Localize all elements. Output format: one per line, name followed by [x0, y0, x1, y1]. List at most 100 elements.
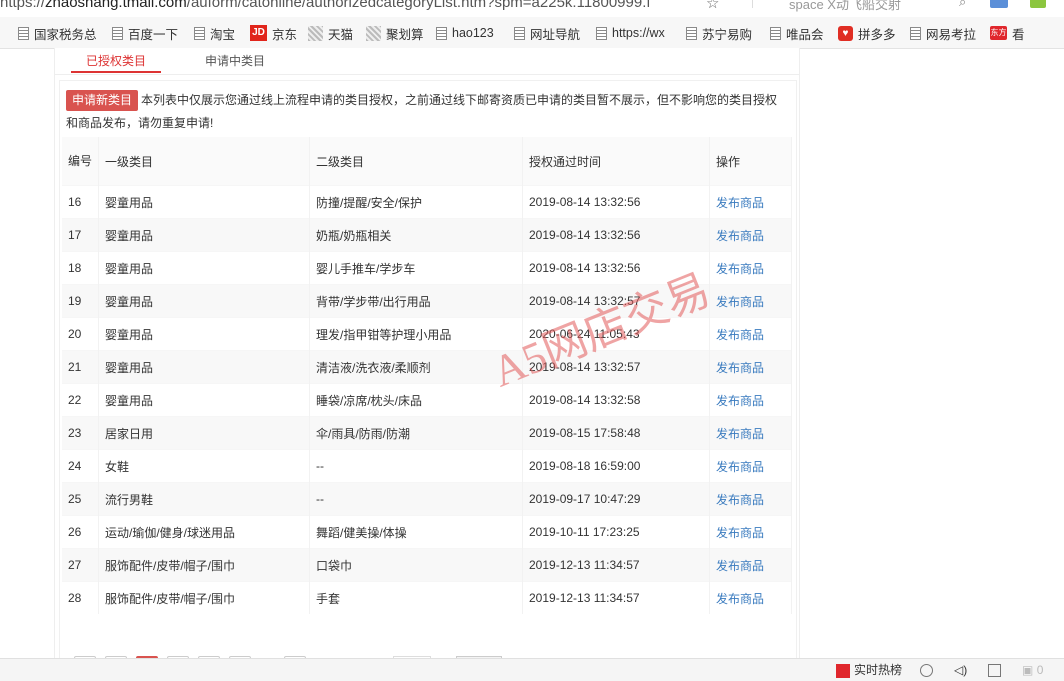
speaker-icon[interactable]: ◁)	[954, 662, 967, 678]
publish-product-link[interactable]: 发布商品	[716, 427, 764, 441]
cell-level2: 婴儿手推车/学步车	[309, 251, 523, 285]
shield-icon[interactable]	[920, 662, 933, 678]
bookmark-item[interactable]: 淘宝	[194, 25, 236, 42]
publish-product-link[interactable]: 发布商品	[716, 592, 764, 606]
bookmark-label: 京东	[272, 27, 298, 42]
cell-time: 2019-08-15 17:58:48	[522, 416, 710, 450]
extension-icon[interactable]	[990, 0, 1008, 8]
category-panel: 已授权类目 申请中类目 申请新类目 本列表中仅展示您通过线上流程申请的类目授权，之…	[54, 48, 800, 678]
cell-time: 2019-08-14 13:32:56	[522, 251, 710, 285]
chart-icon	[836, 663, 850, 678]
search-icon[interactable]: ⌕	[959, 0, 966, 10]
bookmark-item[interactable]: 苏宁易购	[686, 25, 753, 42]
page-icon	[514, 26, 525, 40]
hot-list-button[interactable]: 实时热榜	[836, 662, 902, 678]
table-row: 23 居家日用 伞/雨具/防雨/防潮 2019-08-15 17:58:48 发布商品	[62, 416, 792, 450]
bookmark-item[interactable]: JD 京东	[250, 25, 298, 42]
bookmark-label: 网址导航	[530, 27, 581, 42]
table-row: 25 流行男鞋 -- 2019-09-17 10:47:29 发布商品	[62, 482, 792, 516]
bookmark-item[interactable]: 东方看	[990, 25, 1025, 42]
star-icon[interactable]: ☆	[706, 0, 719, 12]
pattern-icon	[308, 25, 323, 41]
table-row: 17 婴童用品 奶瓶/奶瓶相关 2019-08-14 13:32:56 发布商品	[62, 218, 792, 252]
cell-level1: 婴童用品	[98, 284, 310, 318]
page-icon	[910, 26, 921, 40]
cell-level2: 伞/雨具/防雨/防潮	[309, 416, 523, 450]
bookmark-item[interactable]: 网址导航	[514, 25, 581, 42]
bookmark-label: 淘宝	[210, 27, 236, 42]
cell-level1: 女鞋	[98, 449, 310, 483]
apply-new-category-button[interactable]: 申请新类目	[66, 90, 139, 111]
publish-product-link[interactable]: 发布商品	[716, 526, 764, 540]
page-icon	[686, 26, 697, 40]
tab-authorized[interactable]: 已授权类目	[71, 51, 161, 73]
table-row: 20 婴童用品 理发/指甲钳等护理小用品 2020-06-24 11:05:43 发布商…	[62, 317, 792, 351]
cell-time: 2019-08-14 13:32:56	[522, 218, 710, 252]
publish-product-link[interactable]: 发布商品	[716, 295, 764, 309]
cell-no: 18	[62, 251, 99, 285]
address-bar[interactable]: https://zhaoshang.tmall.com/auform/caton…	[0, 0, 1064, 16]
publish-product-link[interactable]: 发布商品	[716, 460, 764, 474]
table-row: 24 女鞋 -- 2019-08-18 16:59:00 发布商品	[62, 449, 792, 483]
bookmark-item[interactable]: https://wx	[596, 25, 665, 41]
counter-badge[interactable]: ▣ 0	[1022, 662, 1043, 678]
bookmark-item[interactable]: 聚划算	[366, 25, 424, 42]
pattern-icon	[366, 25, 381, 41]
publish-product-link[interactable]: 发布商品	[716, 394, 764, 408]
publish-product-link[interactable]: 发布商品	[716, 262, 764, 276]
bookmark-item[interactable]: 唯品会	[770, 25, 824, 42]
cell-no: 22	[62, 383, 99, 417]
publish-product-link[interactable]: 发布商品	[716, 361, 764, 375]
cell-no: 16	[62, 185, 99, 219]
cell-level1: 运动/瑜伽/健身/球迷用品	[98, 515, 310, 549]
publish-product-link[interactable]: 发布商品	[716, 229, 764, 243]
bookmark-label: 苏宁易购	[702, 27, 753, 42]
bookmark-item[interactable]: 国家税务总	[18, 25, 97, 42]
browser-search-box[interactable]: space X动飞船交射 ⌕	[752, 0, 983, 12]
bookmark-label: 唯品会	[786, 27, 824, 42]
cell-no: 28	[62, 581, 99, 614]
bookmark-item[interactable]: 网易考拉	[910, 25, 976, 42]
tab-applying[interactable]: 申请中类目	[195, 51, 275, 71]
publish-product-link[interactable]: 发布商品	[716, 328, 764, 342]
bookmark-item[interactable]: 百度一下	[112, 25, 178, 42]
cell-level1: 婴童用品	[98, 383, 310, 417]
cell-no: 27	[62, 548, 99, 582]
publish-product-link[interactable]: 发布商品	[716, 559, 764, 573]
page-icon	[436, 26, 447, 40]
bookmark-label: 看	[1012, 27, 1025, 42]
cell-no: 26	[62, 515, 99, 549]
cell-level2: --	[309, 482, 523, 516]
publish-product-link[interactable]: 发布商品	[716, 493, 764, 507]
header-time: 授权通过时间	[522, 137, 710, 186]
download-icon[interactable]	[988, 662, 1001, 678]
url-text[interactable]: https://zhaoshang.tmall.com/auform/caton…	[0, 0, 651, 11]
bookmark-item[interactable]: 天猫	[308, 25, 353, 42]
table-header-row: 编号 一级类目 二级类目 授权通过时间 操作	[62, 137, 792, 186]
cell-time: 2019-08-14 13:32:58	[522, 383, 710, 417]
cell-level2: 手套	[309, 581, 523, 614]
page-icon	[194, 26, 205, 40]
cell-level2: 舞蹈/健美操/体操	[309, 515, 523, 549]
cell-time: 2020-06-24 11:05:43	[522, 317, 710, 351]
cell-no: 23	[62, 416, 99, 450]
table-row: 27 服饰配件/皮带/帽子/围巾 口袋巾 2019-12-13 11:34:57 发布商…	[62, 548, 792, 582]
cup-icon: ▣	[1022, 663, 1034, 677]
cell-level1: 婴童用品	[98, 251, 310, 285]
bookmark-item[interactable]: hao123	[436, 25, 494, 41]
bookmark-label: 国家税务总	[34, 27, 97, 42]
url-scheme: https://	[0, 0, 46, 11]
publish-product-link[interactable]: 发布商品	[716, 196, 764, 210]
bookmark-label: hao123	[452, 26, 494, 40]
cell-level2: 口袋巾	[309, 548, 523, 582]
counter-value: 0	[1036, 663, 1044, 677]
bookmark-item[interactable]: ♥ 拼多多	[838, 25, 896, 42]
cell-time: 2019-08-14 13:32:57	[522, 350, 710, 384]
dfc-icon: 东方	[990, 26, 1007, 40]
page-icon	[596, 26, 607, 40]
cell-no: 19	[62, 284, 99, 318]
extension-icon[interactable]	[1030, 0, 1046, 8]
cell-level1: 居家日用	[98, 416, 310, 450]
url-path: /auform/catonline/authorizedcategoryList…	[186, 0, 651, 11]
hot-list-label: 实时热榜	[854, 663, 903, 677]
